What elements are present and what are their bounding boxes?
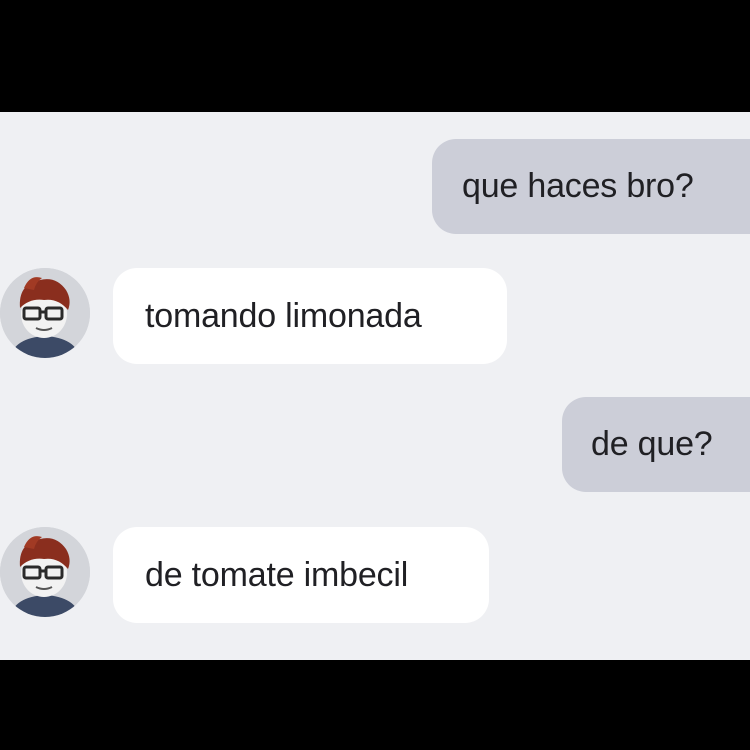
message-bubble-outgoing: que haces bro? xyxy=(432,139,750,234)
screenshot-frame: que haces bro? tomando limonada de que? … xyxy=(0,0,750,750)
avatar-icon[interactable] xyxy=(0,268,90,358)
message-text: que haces bro? xyxy=(462,167,694,205)
chat-thread[interactable]: que haces bro? tomando limonada de que? … xyxy=(0,112,750,660)
message-text: de tomate imbecil xyxy=(145,555,409,594)
roblox-avatar-icon xyxy=(0,268,90,358)
message-bubble-outgoing: de que? xyxy=(562,397,750,492)
message-bubble-incoming: tomando limonada xyxy=(113,268,507,364)
message-text: de que? xyxy=(591,425,713,463)
message-bubble-incoming: de tomate imbecil xyxy=(113,527,489,623)
avatar-icon[interactable] xyxy=(0,527,90,617)
roblox-avatar-icon xyxy=(0,527,90,617)
message-text: tomando limonada xyxy=(145,296,422,335)
